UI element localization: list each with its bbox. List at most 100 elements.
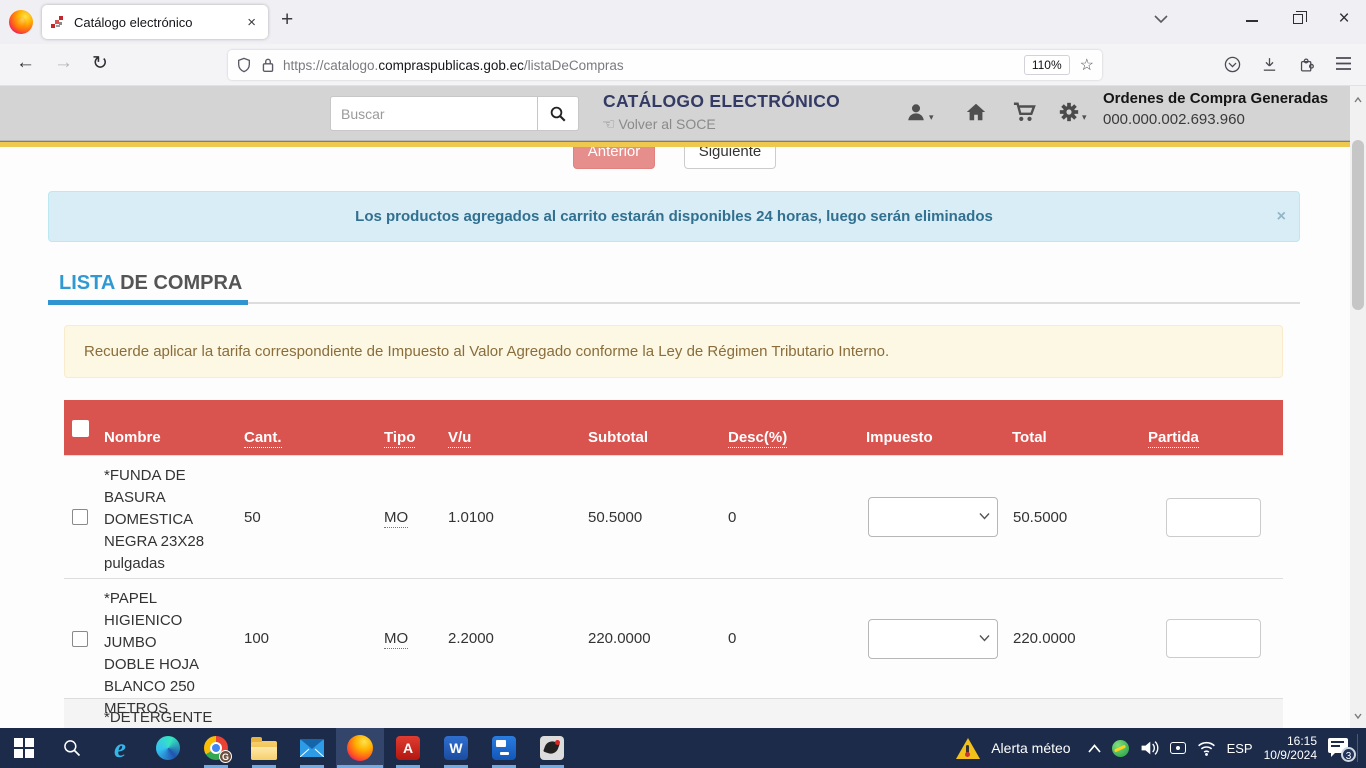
reload-button[interactable]: ↻ xyxy=(92,52,108,75)
select-all-checkbox[interactable] xyxy=(72,420,89,437)
cant-value: 100 xyxy=(244,630,384,647)
page-scrollbar[interactable] xyxy=(1350,86,1366,728)
notification-center-button[interactable]: 3 xyxy=(1328,738,1350,758)
connect-display-icon[interactable] xyxy=(1170,742,1186,754)
search-input[interactable] xyxy=(330,96,537,131)
desc-value: 0 xyxy=(728,509,858,526)
impuesto-select[interactable] xyxy=(868,497,998,537)
search-button[interactable] xyxy=(537,96,579,131)
site-title: CATÁLOGO ELECTRÓNICO xyxy=(603,91,840,112)
user-icon xyxy=(905,101,927,123)
mail-icon xyxy=(300,739,324,757)
col-tipo[interactable]: Tipo xyxy=(384,400,448,455)
col-cant[interactable]: Cant. xyxy=(244,400,384,455)
col-vu[interactable]: V/u xyxy=(448,400,588,455)
taskbar-explorer-button[interactable] xyxy=(240,728,288,768)
tray-chevron-up-icon[interactable] xyxy=(1088,744,1101,753)
window-minimize-button[interactable] xyxy=(1238,8,1266,27)
extensions-puzzle-icon[interactable] xyxy=(1298,56,1315,73)
page-title: LISTA DE COMPRA xyxy=(59,272,242,295)
taskbar-word-button[interactable]: W xyxy=(432,728,480,768)
partida-input[interactable] xyxy=(1166,498,1261,537)
forward-button[interactable]: → xyxy=(54,52,73,74)
alert-close-icon[interactable]: × xyxy=(1277,192,1286,241)
gear-icon xyxy=(1058,101,1080,123)
taskbar-blue-app-button[interactable] xyxy=(480,728,528,768)
vu-value: 2.2000 xyxy=(448,630,588,647)
url-text: https://catalogo.compraspublicas.gob.ec/… xyxy=(283,58,1024,73)
start-button[interactable] xyxy=(0,728,48,768)
impuesto-select[interactable] xyxy=(868,619,998,659)
chrome-icon: G xyxy=(204,736,228,760)
taskbar-chrome-button[interactable]: G xyxy=(192,728,240,768)
volume-icon[interactable] xyxy=(1140,740,1159,756)
internet-explorer-icon: e xyxy=(114,733,126,764)
browser-tab[interactable]: Catálogo electrónico × xyxy=(42,5,268,39)
lock-icon[interactable] xyxy=(261,57,275,73)
menu-hamburger-icon[interactable] xyxy=(1335,56,1352,71)
bookmark-star-icon[interactable]: ☆ xyxy=(1080,55,1094,75)
gold-divider-bar xyxy=(0,141,1350,147)
col-impuesto: Impuesto xyxy=(858,400,1003,455)
tab-title: Catálogo electrónico xyxy=(74,15,244,30)
list-tabs-chevron-icon[interactable] xyxy=(1154,14,1182,23)
col-desc[interactable]: Desc(%) xyxy=(728,400,858,455)
taskbar-ie-button[interactable]: e xyxy=(96,728,144,768)
caret-down-icon: ▾ xyxy=(1082,112,1087,123)
iva-notice: Recuerde aplicar la tarifa correspondien… xyxy=(64,325,1283,378)
product-name: *DETERGENTE xyxy=(104,707,234,729)
firefox-logo-icon[interactable] xyxy=(9,10,33,34)
browser-navbar: ← → ↻ https://catalogo.compraspublicas.g… xyxy=(0,44,1366,86)
orders-generated-label: Ordenes de Compra Generadas xyxy=(1103,90,1328,107)
shield-icon[interactable] xyxy=(236,57,252,73)
pocket-icon[interactable] xyxy=(1224,56,1241,73)
product-name: *FUNDA DE BASURA DOMESTICA NEGRA 23X28 p… xyxy=(104,465,210,575)
taskbar-mail-button[interactable] xyxy=(288,728,336,768)
settings-menu-button[interactable]: ▾ xyxy=(1058,101,1087,123)
tipo-value[interactable]: MO xyxy=(384,509,448,526)
row-checkbox[interactable] xyxy=(72,509,88,525)
weather-alert-widget[interactable]: Alerta méteo xyxy=(956,738,1076,759)
back-button[interactable]: ← xyxy=(16,52,35,74)
col-partida[interactable]: Partida xyxy=(1148,400,1283,455)
file-explorer-icon xyxy=(251,741,277,760)
col-total: Total xyxy=(1003,400,1148,455)
scrollbar-thumb[interactable] xyxy=(1352,140,1364,310)
edge-icon xyxy=(156,736,180,760)
table-row: *PAPEL HIGIENICO JUMBO DOBLE HOJA BLANCO… xyxy=(64,578,1283,698)
browser-tab-strip: Catálogo electrónico × + × xyxy=(0,0,1366,44)
new-tab-button[interactable]: + xyxy=(281,8,293,32)
antivirus-tray-icon[interactable] xyxy=(1112,740,1129,757)
window-restore-button[interactable] xyxy=(1284,14,1312,24)
volver-al-soce-link[interactable]: ☜Volver al SOCE xyxy=(602,115,716,133)
window-close-button[interactable]: × xyxy=(1330,8,1358,30)
wifi-icon[interactable] xyxy=(1197,741,1216,756)
url-bar[interactable]: https://catalogo.compraspublicas.gob.ec/… xyxy=(228,50,1102,80)
caret-down-icon: ▾ xyxy=(929,112,934,123)
partida-input[interactable] xyxy=(1166,619,1261,658)
scroll-up-icon[interactable] xyxy=(1354,90,1362,108)
clock-widget[interactable]: 16:15 10/9/2024 xyxy=(1264,734,1317,762)
taskbar-edge-button[interactable] xyxy=(144,728,192,768)
taskbar-firefox-button[interactable] xyxy=(336,728,384,768)
tab-close-icon[interactable]: × xyxy=(244,14,259,31)
firefox-icon xyxy=(347,735,373,761)
acrobat-icon: A xyxy=(396,736,420,760)
cart-icon xyxy=(1012,101,1036,123)
taskbar-acrobat-button[interactable]: A xyxy=(384,728,432,768)
taskbar-search-button[interactable] xyxy=(48,728,96,768)
user-menu-button[interactable]: ▾ xyxy=(905,101,934,123)
taskbar-java-app-button[interactable] xyxy=(528,728,576,768)
downloads-icon[interactable] xyxy=(1261,56,1278,73)
home-button[interactable] xyxy=(965,101,987,123)
zoom-level-badge[interactable]: 110% xyxy=(1024,55,1070,75)
language-indicator[interactable]: ESP xyxy=(1227,741,1253,756)
scroll-down-icon[interactable] xyxy=(1354,706,1362,724)
subtotal-value: 220.0000 xyxy=(588,630,728,647)
row-checkbox[interactable] xyxy=(72,631,88,647)
cart-button[interactable] xyxy=(1012,101,1036,123)
tipo-value[interactable]: MO xyxy=(384,630,448,647)
show-desktop-divider[interactable] xyxy=(1357,734,1358,762)
col-subtotal: Subtotal xyxy=(588,400,728,455)
blue-app-icon xyxy=(492,736,516,760)
